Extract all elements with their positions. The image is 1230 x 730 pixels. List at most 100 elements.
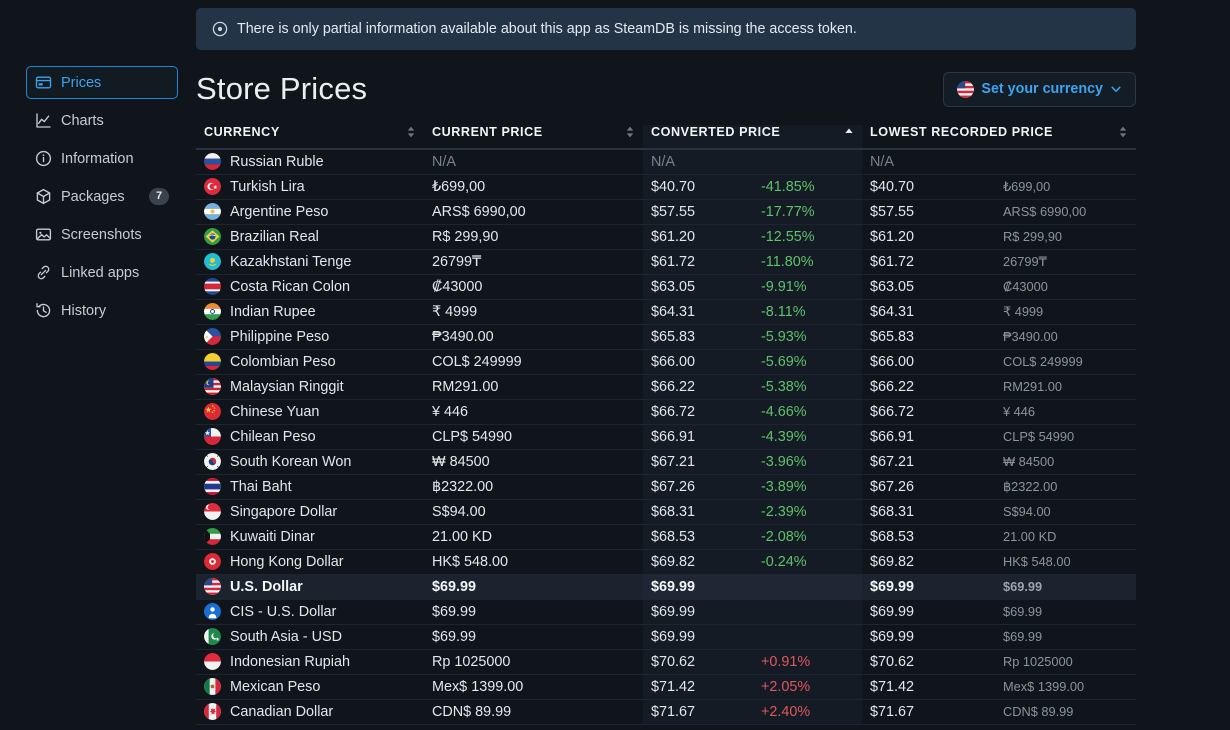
- current-price-value: 26799₸: [432, 254, 481, 270]
- table-row[interactable]: Colombian PesoCOL$ 249999$66.00-5.69%$66…: [196, 349, 1136, 374]
- sidebar-item-screenshots[interactable]: Screenshots: [26, 218, 178, 251]
- mx-flag-icon: [204, 678, 221, 695]
- cell-converted-price: $63.05-9.91%: [643, 274, 862, 299]
- cell-converted-price: $69.99: [643, 624, 862, 649]
- lowest-price-value: $70.62: [870, 654, 1003, 670]
- cell-currency: South Asia - USD: [196, 624, 424, 649]
- lowest-price-value: $67.26: [870, 479, 1003, 495]
- lowest-price-native: HK$ 548.00: [1003, 554, 1071, 569]
- table-row[interactable]: Turkish Lira₺699,00$40.70-41.85%$40.70₺6…: [196, 174, 1136, 199]
- current-price-value: ARS$ 6990,00: [432, 204, 526, 220]
- converted-price-value: N/A: [651, 154, 761, 170]
- currency-name: Brazilian Real: [230, 229, 319, 245]
- sidebar-item-charts[interactable]: Charts: [26, 104, 178, 137]
- cell-converted-price: $69.82-0.24%: [643, 549, 862, 574]
- cell-converted-price: $69.99: [643, 574, 862, 599]
- table-row[interactable]: Chinese Yuan¥ 446$66.72-4.66%$66.72¥ 446: [196, 399, 1136, 424]
- table-row[interactable]: Singapore DollarS$94.00$68.31-2.39%$68.3…: [196, 499, 1136, 524]
- lowest-price-value: $61.20: [870, 229, 1003, 245]
- table-row[interactable]: Mexican PesoMex$ 1399.00$71.42+2.05%$71.…: [196, 674, 1136, 699]
- table-row[interactable]: Thai Baht฿2322.00$67.26-3.89%$67.26฿2322…: [196, 474, 1136, 499]
- cell-lowest-recorded-price: $66.00COL$ 249999: [862, 349, 1136, 374]
- lowest-price-native: ¥ 446: [1003, 404, 1035, 419]
- lowest-price-native: $69.99: [1003, 604, 1042, 619]
- hk-flag-icon: [204, 553, 221, 570]
- tr-flag-icon: [204, 178, 221, 195]
- table-row[interactable]: Hong Kong DollarHK$ 548.00$69.82-0.24%$6…: [196, 549, 1136, 574]
- column-header-lowest-recorded-price[interactable]: LOWEST RECORDED PRICE: [862, 125, 1136, 149]
- table-row[interactable]: South Asia - USD$69.99$69.99$69.99$69.99: [196, 624, 1136, 649]
- box-icon: [35, 188, 52, 205]
- sidebar-item-information[interactable]: Information: [26, 142, 178, 175]
- cell-lowest-recorded-price: $68.31S$94.00: [862, 499, 1136, 524]
- price-difference-percent: -4.39%: [761, 429, 807, 445]
- table-row[interactable]: Costa Rican Colon₡43000$63.05-9.91%$63.0…: [196, 274, 1136, 299]
- table-body: Russian RubleN/AN/AN/ATurkish Lira₺699,0…: [196, 149, 1136, 724]
- cell-converted-price: $66.00-5.69%: [643, 349, 862, 374]
- cell-converted-price: $66.22-5.38%: [643, 374, 862, 399]
- cell-lowest-recorded-price: $67.26฿2322.00: [862, 474, 1136, 499]
- table-row[interactable]: Brazilian RealR$ 299,90$61.20-12.55%$61.…: [196, 224, 1136, 249]
- converted-price-value: $71.42: [651, 679, 761, 695]
- cell-converted-price: $64.31-8.11%: [643, 299, 862, 324]
- my-flag-icon: [204, 378, 221, 395]
- table-row[interactable]: South Korean Won₩ 84500$67.21-3.96%$67.2…: [196, 449, 1136, 474]
- sidebar-item-history[interactable]: History: [26, 294, 178, 327]
- cell-current-price: CDN$ 89.99: [424, 699, 643, 724]
- th-flag-icon: [204, 478, 221, 495]
- cell-lowest-recorded-price: $67.21₩ 84500: [862, 449, 1136, 474]
- lowest-price-native: Rp 1025000: [1003, 654, 1073, 669]
- lowest-price-value: $69.82: [870, 554, 1003, 570]
- set-currency-button[interactable]: Set your currency: [943, 72, 1136, 107]
- converted-price-value: $63.05: [651, 279, 761, 295]
- cell-converted-price: $61.20-12.55%: [643, 224, 862, 249]
- main-content: There is only partial information availa…: [196, 0, 1230, 730]
- table-row[interactable]: CIS - U.S. Dollar$69.99$69.99$69.99$69.9…: [196, 599, 1136, 624]
- table-row[interactable]: Malaysian RinggitRM291.00$66.22-5.38%$66…: [196, 374, 1136, 399]
- lowest-price-native: S$94.00: [1003, 504, 1051, 519]
- cis-flag-icon: [204, 603, 221, 620]
- cell-converted-price: $66.91-4.39%: [643, 424, 862, 449]
- table-row[interactable]: Canadian DollarCDN$ 89.99$71.67+2.40%$71…: [196, 699, 1136, 724]
- kw-flag-icon: [204, 528, 221, 545]
- converted-price-value: $67.21: [651, 454, 761, 470]
- table-row[interactable]: Indian Rupee₹ 4999$64.31-8.11%$64.31₹ 49…: [196, 299, 1136, 324]
- lowest-price-value: $71.67: [870, 704, 1003, 720]
- converted-price-value: $66.00: [651, 354, 761, 370]
- column-header-converted-price[interactable]: CONVERTED PRICE: [643, 125, 862, 149]
- cell-current-price: $69.99: [424, 599, 643, 624]
- table-row[interactable]: Chilean PesoCLP$ 54990$66.91-4.39%$66.91…: [196, 424, 1136, 449]
- table-row[interactable]: Kuwaiti Dinar21.00 KD$68.53-2.08%$68.532…: [196, 524, 1136, 549]
- image-icon: [35, 226, 52, 243]
- lowest-price-native: CDN$ 89.99: [1003, 704, 1073, 719]
- table-row[interactable]: Philippine Peso₱3490.00$65.83-5.93%$65.8…: [196, 324, 1136, 349]
- current-price-value: ¥ 446: [432, 404, 468, 420]
- id-flag-icon: [204, 653, 221, 670]
- cell-current-price: ¥ 446: [424, 399, 643, 424]
- sidebar-item-prices[interactable]: Prices: [26, 66, 178, 99]
- converted-price-value: $69.99: [651, 629, 761, 645]
- sg-flag-icon: [204, 503, 221, 520]
- sidebar-item-packages[interactable]: Packages7: [26, 180, 178, 213]
- ph-flag-icon: [204, 328, 221, 345]
- currency-name: Colombian Peso: [230, 354, 336, 370]
- cell-currency: Kazakhstani Tenge: [196, 249, 424, 274]
- column-header-currency[interactable]: CURRENCY: [196, 125, 424, 149]
- lowest-price-native: 21.00 KD: [1003, 529, 1056, 544]
- table-row[interactable]: Indonesian RupiahRp 1025000$70.62+0.91%$…: [196, 649, 1136, 674]
- converted-price-value: $69.99: [651, 579, 761, 595]
- table-row[interactable]: U.S. Dollar$69.99$69.99$69.99$69.99: [196, 574, 1136, 599]
- price-difference-percent: -41.85%: [761, 179, 815, 195]
- cell-lowest-recorded-price: $69.82HK$ 548.00: [862, 549, 1136, 574]
- currency-name: Canadian Dollar: [230, 704, 333, 720]
- currency-name: Turkish Lira: [230, 179, 305, 195]
- column-header-current-price[interactable]: CURRENT PRICE: [424, 125, 643, 149]
- table-row[interactable]: Russian RubleN/AN/AN/A: [196, 149, 1136, 174]
- lowest-price-native: ARS$ 6990,00: [1003, 204, 1086, 219]
- lowest-price-value: N/A: [870, 154, 1003, 170]
- sidebar-item-linked-apps[interactable]: Linked apps: [26, 256, 178, 289]
- table-row[interactable]: Argentine PesoARS$ 6990,00$57.55-17.77%$…: [196, 199, 1136, 224]
- table-row[interactable]: Kazakhstani Tenge26799₸$61.72-11.80%$61.…: [196, 249, 1136, 274]
- sort-toggle-icon: [1118, 125, 1128, 139]
- lowest-price-native: $69.99: [1003, 579, 1042, 594]
